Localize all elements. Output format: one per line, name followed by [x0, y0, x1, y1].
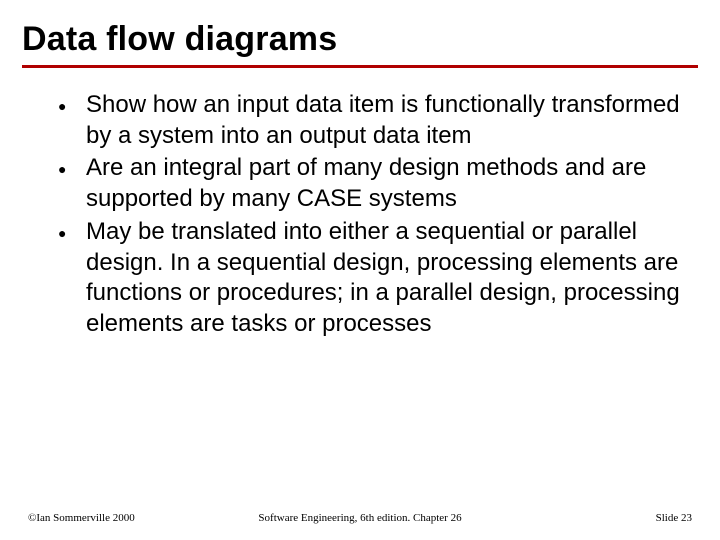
- bullet-text: Show how an input data item is functiona…: [86, 90, 680, 151]
- bullet-text: May be translated into either a sequenti…: [86, 217, 680, 340]
- slide-title: Data flow diagrams: [22, 20, 698, 59]
- slide-footer: ©Ian Sommerville 2000 Software Engineeri…: [0, 512, 720, 524]
- title-block: Data flow diagrams: [0, 0, 720, 59]
- list-item: ● May be translated into either a sequen…: [58, 217, 680, 340]
- footer-left: ©Ian Sommerville 2000: [28, 512, 135, 524]
- footer-right: Slide 23: [656, 512, 692, 524]
- list-item: ● Show how an input data item is functio…: [58, 90, 680, 151]
- slide: Data flow diagrams ● Show how an input d…: [0, 0, 720, 540]
- list-item: ● Are an integral part of many design me…: [58, 153, 680, 214]
- bullet-text: Are an integral part of many design meth…: [86, 153, 680, 214]
- bullet-icon: ●: [58, 217, 86, 241]
- slide-body: ● Show how an input data item is functio…: [0, 68, 720, 340]
- bullet-icon: ●: [58, 90, 86, 114]
- bullet-icon: ●: [58, 153, 86, 177]
